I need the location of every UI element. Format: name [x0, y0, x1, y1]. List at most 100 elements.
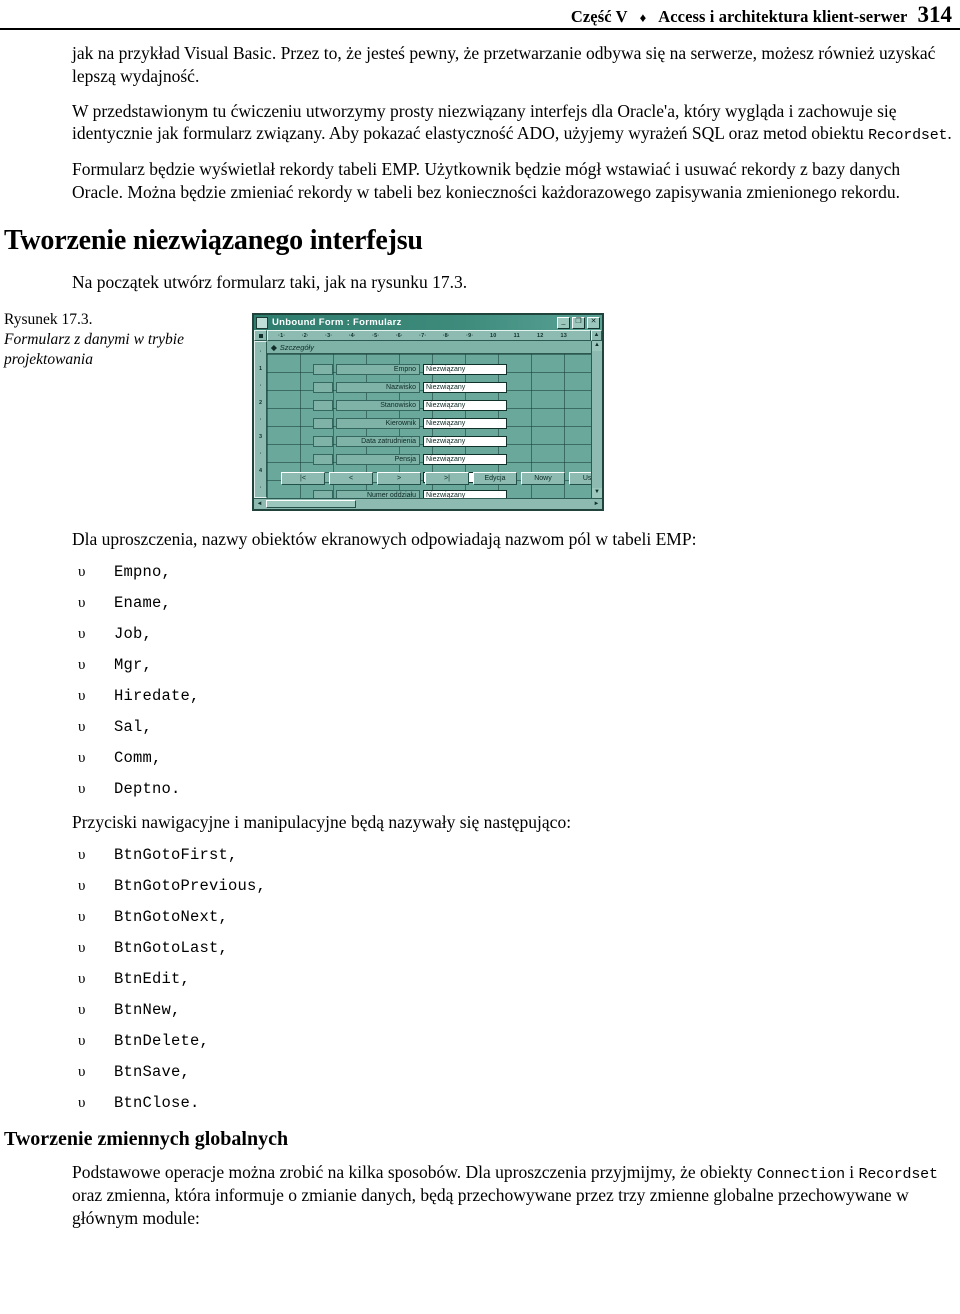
vruler-tick: 3 [258, 434, 263, 440]
btn-new[interactable]: Nowy [521, 472, 565, 485]
field-value-box[interactable]: Niezwiązany [423, 381, 507, 393]
vscroll-up-icon[interactable]: ▲ [592, 341, 602, 351]
field-value-box[interactable]: Niezwiązany [423, 489, 507, 498]
paragraph-7-text-a: Podstawowe operacje można zrobić na kilk… [72, 1161, 757, 1182]
form-field-row[interactable]: Numer oddziału Niezwiązany [313, 489, 507, 498]
bullet-icon: υ [78, 1001, 86, 1018]
hscroll-thumb[interactable] [266, 500, 356, 508]
field-label: Nazwisko [336, 381, 420, 393]
btn-goto-first[interactable]: |< [281, 472, 325, 485]
field-handle[interactable] [313, 489, 333, 498]
paragraph-6: Przyciski nawigacyjne i manipulacyjne bę… [72, 811, 572, 832]
section-marker-icon: ◆ [271, 342, 277, 352]
list-item-label: BtnGotoFirst, [114, 845, 238, 864]
header-subtitle: Access i architektura klient-serwer [658, 7, 908, 26]
field-handle[interactable] [313, 453, 333, 465]
vruler-tick: · [259, 349, 262, 355]
list-item-label: BtnNew, [114, 1000, 181, 1019]
window-main-area: · 1 · 2 · 3 · 4 · ◆ Szczegóły Empno Niez… [254, 341, 602, 498]
list-item-label: BtnGotoPrevious, [114, 876, 267, 895]
btn-delete[interactable]: Usuń [569, 472, 591, 485]
hruler-tick: ·4· [348, 332, 356, 339]
list-item-label: Comm, [114, 748, 162, 767]
bullet-icon: υ [78, 780, 86, 797]
list-item: υ Comm, [78, 749, 960, 767]
system-menu-icon[interactable] [256, 316, 268, 329]
list-item-label: Hiredate, [114, 686, 200, 705]
bullet-icon: υ [78, 563, 86, 580]
form-field-row[interactable]: Stanowisko Niezwiązany [313, 399, 507, 411]
header-divider [0, 28, 960, 30]
scroll-up-arrow-icon[interactable]: ▲ [591, 330, 602, 341]
list-item: υ BtnSave, [78, 1063, 960, 1081]
field-value-box[interactable]: Niezwiązany [423, 453, 507, 465]
vruler-tick: · [259, 383, 262, 389]
hruler-tick: 10 [489, 332, 497, 339]
hscroll-left-icon[interactable]: ◄ [254, 501, 265, 507]
vruler-tick: 4 [258, 468, 263, 474]
bullet-icon: υ [78, 846, 86, 863]
section-band-label: Szczegóły [279, 342, 314, 352]
vscroll-down-icon[interactable]: ▼ [592, 488, 602, 498]
horizontal-scrollbar[interactable]: ◄ ► [254, 498, 602, 509]
field-label: Pensja [336, 453, 420, 465]
access-form-design-window[interactable]: Unbound Form : Formularz _ ❐ ✕ ·1· ·2· ·… [252, 313, 604, 511]
bullet-icon: υ [78, 656, 86, 673]
vertical-scrollbar[interactable]: ▲ ▼ [591, 341, 602, 498]
maximize-icon[interactable]: ❐ [572, 316, 585, 329]
list-item-label: Ename, [114, 593, 172, 612]
form-field-row[interactable]: Data zatrudnienia Niezwiązany [313, 435, 507, 447]
form-button-row: |< < > >| Edycja Nowy Usuń Zapisz Zamkni… [281, 472, 591, 485]
section-heading-2: Tworzenie zmiennych globalnych [4, 1127, 289, 1150]
btn-goto-next[interactable]: > [377, 472, 421, 485]
field-value-box[interactable]: Niezwiązany [423, 363, 507, 375]
hruler-tick: 12 [536, 332, 544, 339]
window-titlebar[interactable]: Unbound Form : Formularz _ ❐ ✕ [254, 315, 602, 330]
window-controls: _ ❐ ✕ [557, 316, 600, 329]
hruler-tick: ·2· [301, 332, 309, 339]
figure-caption-number: Rysunek 17.3. [4, 311, 93, 328]
btn-goto-last[interactable]: >| [425, 472, 469, 485]
list-item: υ BtnGotoLast, [78, 939, 960, 957]
btn-goto-previous[interactable]: < [329, 472, 373, 485]
hruler-tick: ·6· [395, 332, 403, 339]
form-selector-box[interactable] [254, 330, 267, 341]
field-value-box[interactable]: Niezwiązany [423, 417, 507, 429]
hruler-tick: ·3· [325, 332, 333, 339]
field-label: Numer oddziału [336, 489, 420, 498]
hscroll-right-icon[interactable]: ► [591, 501, 602, 507]
field-handle[interactable] [313, 417, 333, 429]
paragraph-7-text-c: oraz zmienna, która informuje o zmianie … [72, 1185, 909, 1228]
form-field-row[interactable]: Nazwisko Niezwiązany [313, 381, 507, 393]
field-value-box[interactable]: Niezwiązany [423, 435, 507, 447]
button-names-list: υ BtnGotoFirst, υ BtnGotoPrevious, υ BtnGot… [0, 846, 960, 1112]
paragraph-4: Na początek utwórz formularz taki, jak n… [72, 272, 468, 293]
form-design-canvas[interactable]: ◆ Szczegóły Empno Niezwiązany Nazwisko N… [267, 341, 591, 498]
list-item: υ Ename, [78, 594, 960, 612]
list-item: υ BtnNew, [78, 1001, 960, 1019]
field-handle[interactable] [313, 381, 333, 393]
field-handle[interactable] [313, 435, 333, 447]
hruler-tick: ·8· [442, 332, 450, 339]
field-handle[interactable] [313, 363, 333, 375]
list-item: υ Job, [78, 625, 960, 643]
list-item: υ BtnEdit, [78, 970, 960, 988]
field-handle[interactable] [313, 399, 333, 411]
form-field-row[interactable]: Empno Niezwiązany [313, 363, 507, 375]
close-icon[interactable]: ✕ [587, 316, 600, 329]
minimize-icon[interactable]: _ [557, 316, 570, 329]
list-item-label: Empno, [114, 562, 172, 581]
detail-section-band[interactable]: ◆ Szczegóły [267, 341, 591, 354]
bullet-icon: υ [78, 594, 86, 611]
figure-caption: Rysunek 17.3. Formularz z danymi w trybi… [4, 310, 214, 370]
list-item: υ BtnGotoPrevious, [78, 877, 960, 895]
list-item: υ BtnDelete, [78, 1032, 960, 1050]
field-value-box[interactable]: Niezwiązany [423, 399, 507, 411]
horizontal-ruler-row: ·1· ·2· ·3· ·4· ·5· ·6· ·7· ·8· ·9· 10 1… [254, 330, 602, 341]
btn-edit[interactable]: Edycja [473, 472, 517, 485]
list-item-label: BtnDelete, [114, 1031, 210, 1050]
hruler-tick: ·7· [419, 332, 427, 339]
form-field-row[interactable]: Pensja Niezwiązany [313, 453, 507, 465]
list-item-label: Mgr, [114, 655, 153, 674]
form-field-row[interactable]: Kierownik Niezwiązany [313, 417, 507, 429]
